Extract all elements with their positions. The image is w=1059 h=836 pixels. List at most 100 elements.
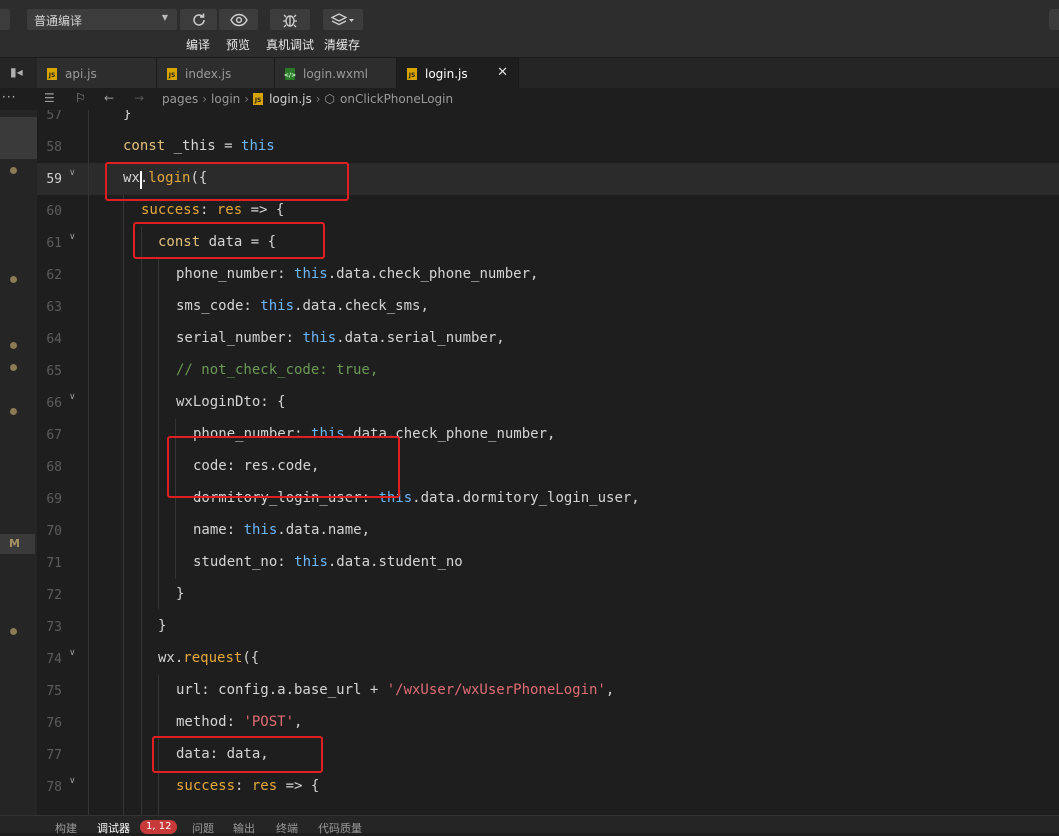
close-icon[interactable]: ✕ (497, 65, 508, 80)
line-number: 61 (46, 236, 62, 251)
chevron-down-icon: ▼ (161, 13, 168, 22)
tab-login-js[interactable]: JS login.js ✕ (397, 58, 519, 89)
compile-mode-select[interactable]: 普通编译 ▼ (27, 9, 177, 30)
line-number: 57 (46, 110, 62, 123)
compile-button[interactable] (180, 9, 217, 30)
line-number: 59 (46, 172, 62, 187)
bookmark-icon[interactable]: ⚐ (75, 91, 86, 105)
forward-arrow-icon[interactable]: → (134, 91, 144, 105)
fold-chevron-icon[interactable]: ∨ (69, 392, 76, 402)
line-number: 64 (46, 332, 62, 347)
layers-icon (331, 12, 354, 25)
toolbar-right-control[interactable] (1049, 9, 1059, 30)
editor-tab-bar: ▮◂ JS api.js JS index.js </> login.wxml … (0, 57, 1059, 89)
line-number: 78 (46, 780, 62, 795)
preview-label: 预览 (226, 38, 251, 52)
top-toolbar: 普通编译 ▼ 编译 预览 真机调试 清缓存 (0, 0, 1059, 57)
breadcrumb-symbol[interactable]: onClickPhoneLogin (340, 92, 453, 106)
annotation-box (105, 162, 349, 201)
indent-guide (141, 227, 142, 815)
code-editor[interactable]: 57 58 59 60 61 62 63 64 65 66 67 68 69 7… (37, 110, 1059, 815)
code-line: success: res => { (141, 202, 285, 218)
line-number: 62 (46, 268, 62, 283)
line-number: 65 (46, 364, 62, 379)
line-number: 72 (46, 588, 62, 603)
code-line: student_no: this.data.student_no (193, 554, 463, 570)
fold-chevron-icon[interactable]: ∨ (69, 232, 76, 242)
tab-debugger[interactable]: 调试器 (97, 820, 130, 836)
change-marker-icon (10, 364, 17, 371)
fold-chevron-icon[interactable]: ∨ (69, 168, 76, 178)
tab-index-js[interactable]: JS index.js (157, 58, 275, 89)
tab-label: login.js (425, 66, 468, 81)
more-icon[interactable]: ··· (2, 90, 16, 104)
tab-code-quality[interactable]: 代码质量 (318, 820, 362, 836)
breadcrumb-dir[interactable]: pages (162, 92, 198, 106)
js-file-icon: JS (47, 67, 57, 80)
tab-output[interactable]: 输出 (233, 820, 255, 836)
line-number: 67 (46, 428, 62, 443)
toolbar-left-control[interactable] (0, 9, 10, 30)
change-marker-icon (10, 408, 17, 415)
clear-cache-label: 清缓存 (324, 38, 361, 52)
line-number: 77 (46, 748, 62, 763)
bug-icon (283, 14, 297, 27)
breadcrumb-file[interactable]: login.js (269, 92, 312, 106)
tab-build[interactable]: 构建 (55, 820, 77, 836)
line-number: 66 (46, 396, 62, 411)
breadcrumb-dir[interactable]: login (211, 92, 240, 106)
code-line: // not_check_code: true, (176, 362, 379, 378)
compile-mode-value: 普通编译 (34, 14, 83, 28)
tab-label: index.js (185, 66, 232, 81)
line-number: 60 (46, 204, 62, 219)
tab-login-wxml[interactable]: </> login.wxml (275, 58, 397, 89)
code-line: method: 'POST', (176, 714, 303, 730)
line-number: 70 (46, 524, 62, 539)
chevron-right-icon: › (315, 92, 321, 106)
line-number: 69 (46, 492, 62, 507)
breadcrumb-bar: ··· ☰ ⚐ ← → pages › login › JS login.js … (0, 88, 1059, 111)
indent-guide (88, 110, 89, 815)
code-line: const _this = this (123, 138, 275, 154)
indent-guide (123, 195, 124, 815)
code-line: serial_number: this.data.serial_number, (176, 330, 505, 346)
js-file-icon: JS (167, 67, 177, 80)
breadcrumb: pages › login › JS login.js › ⬡ onClickP… (162, 92, 453, 106)
back-arrow-icon[interactable]: ← (104, 91, 114, 105)
line-number: 75 (46, 684, 62, 699)
tab-problems[interactable]: 问题 (192, 820, 214, 836)
line-number: 73 (46, 620, 62, 635)
indent-guide (158, 259, 159, 609)
remote-debug-button[interactable] (270, 9, 310, 30)
collapse-sidebar-icon[interactable]: ▮◂ (10, 65, 23, 79)
wxml-file-icon: </> (284, 67, 296, 80)
code-line: } (158, 618, 167, 634)
tab-api-js[interactable]: JS api.js (37, 58, 157, 89)
annotation-box (133, 222, 325, 259)
code-line: wx.request({ (158, 650, 260, 666)
fold-chevron-icon[interactable]: ∨ (69, 648, 76, 658)
js-file-icon: JS (407, 67, 417, 80)
fold-chevron-icon[interactable]: ∨ (69, 776, 76, 786)
tab-terminal[interactable]: 终端 (276, 820, 298, 836)
code-line: name: this.data.name, (193, 522, 371, 538)
line-number: 71 (46, 556, 62, 571)
cube-icon: ⬡ (324, 92, 336, 106)
strip-highlight (0, 117, 37, 159)
list-icon[interactable]: ☰ (44, 91, 55, 105)
clear-cache-button[interactable] (323, 9, 363, 30)
eye-icon (229, 13, 248, 26)
bottom-panel-tabs: 构建 调试器 1, 12 问题 输出 终端 代码质量 (0, 815, 1059, 836)
code-line: phone_number: this.data.check_phone_numb… (176, 266, 539, 282)
js-file-icon: JS (253, 93, 264, 105)
left-gutter-strip: M (0, 110, 37, 815)
annotation-box (152, 736, 323, 773)
chevron-right-icon: › (202, 92, 208, 106)
line-number: 74 (46, 652, 62, 667)
line-number: 68 (46, 460, 62, 475)
code-line: wxLoginDto: { (176, 394, 286, 410)
preview-button[interactable] (219, 9, 258, 30)
code-line: sms_code: this.data.check_sms, (176, 298, 429, 314)
code-line: } (123, 110, 132, 122)
line-number: 58 (46, 140, 62, 155)
